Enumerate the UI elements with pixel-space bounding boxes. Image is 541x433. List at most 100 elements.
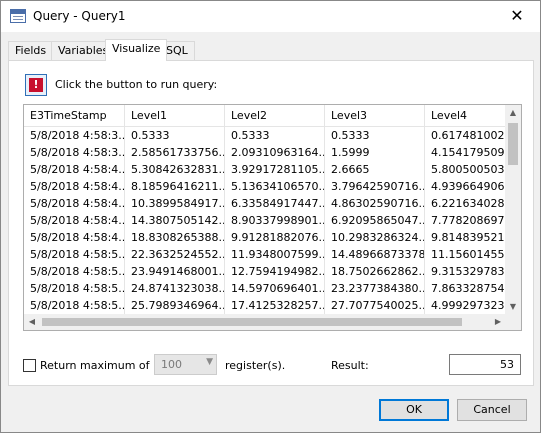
- scroll-down-icon[interactable]: ▼: [505, 299, 521, 315]
- table-row[interactable]: 5/8/2018 4:58:4... 8.18596416211... 5.1363…: [24, 178, 506, 195]
- table-cell[interactable]: 6.92095865047...: [325, 212, 425, 229]
- vertical-scrollbar[interactable]: ▲ ▼: [505, 105, 521, 315]
- query-window-icon: [10, 9, 26, 23]
- table-row[interactable]: 5/8/2018 4:58:3... 0.5333 0.5333 0.5333 0.61…: [24, 127, 506, 144]
- table-cell[interactable]: 7.778208697736: [425, 212, 506, 229]
- table-cell[interactable]: 5/8/2018 4:58:4...: [24, 229, 125, 246]
- horizontal-scroll-thumb[interactable]: [42, 318, 462, 326]
- table-cell[interactable]: 5/8/2018 4:58:4...: [24, 161, 125, 178]
- results-grid-body: E3TimeStamp Level1 Level2 Level3 Level4 …: [24, 105, 506, 315]
- table-row[interactable]: 5/8/2018 4:58:4... 10.3899584917... 6.3358…: [24, 195, 506, 212]
- table-row[interactable]: 5/8/2018 4:58:5... 23.9491468001... 12.759…: [24, 263, 506, 280]
- scroll-up-icon[interactable]: ▲: [505, 105, 521, 121]
- table-cell[interactable]: 25.7989346964...: [125, 297, 225, 314]
- table-cell[interactable]: 5/8/2018 4:58:5...: [24, 263, 125, 280]
- table-cell[interactable]: 11.9348007599...: [225, 246, 325, 263]
- table-cell[interactable]: 7.863328754681: [425, 280, 506, 297]
- tab-fields[interactable]: Fields: [8, 41, 54, 60]
- table-cell[interactable]: 0.5333: [325, 127, 425, 144]
- table-cell[interactable]: 2.58561733756...: [125, 144, 225, 161]
- table-cell[interactable]: 5.30842632831...: [125, 161, 225, 178]
- table-cell[interactable]: 5/8/2018 4:58:3...: [24, 127, 125, 144]
- column-header[interactable]: Level1: [125, 105, 225, 126]
- table-row[interactable]: 5/8/2018 4:58:5... 25.7989346964... 17.412…: [24, 297, 506, 314]
- scrollbar-corner: [505, 314, 521, 330]
- table-cell[interactable]: 6.221634028155: [425, 195, 506, 212]
- result-label: Result:: [331, 359, 369, 372]
- close-icon[interactable]: ✕: [494, 1, 540, 32]
- table-cell[interactable]: 5/8/2018 4:58:5...: [24, 246, 125, 263]
- window-title: Query - Query1: [33, 9, 126, 23]
- table-cell[interactable]: 0.617481002225: [425, 127, 506, 144]
- table-cell[interactable]: 4.86302590716...: [325, 195, 425, 212]
- table-cell[interactable]: 4.999297323572: [425, 297, 506, 314]
- vertical-scroll-thumb[interactable]: [508, 123, 518, 165]
- table-cell[interactable]: 9.814839521496: [425, 229, 506, 246]
- column-header[interactable]: Level3: [325, 105, 425, 126]
- table-cell[interactable]: 14.489668733787: [325, 246, 425, 263]
- scroll-right-icon[interactable]: ▶: [490, 314, 506, 330]
- return-maximum-label: Return maximum of: [40, 359, 150, 372]
- table-cell[interactable]: 9.315329783049: [425, 263, 506, 280]
- run-query-button[interactable]: !: [25, 74, 47, 96]
- table-cell[interactable]: 17.4125328257...: [225, 297, 325, 314]
- table-cell[interactable]: 27.7077540025...: [325, 297, 425, 314]
- table-cell[interactable]: 8.18596416211...: [125, 178, 225, 195]
- column-header[interactable]: Level2: [225, 105, 325, 126]
- table-cell[interactable]: 23.2377384380...: [325, 280, 425, 297]
- table-cell[interactable]: 8.90337998901...: [225, 212, 325, 229]
- table-row[interactable]: 5/8/2018 4:58:5... 22.3632524552... 11.934…: [24, 246, 506, 263]
- table-cell[interactable]: 10.2983286324...: [325, 229, 425, 246]
- table-row[interactable]: 5/8/2018 4:58:5... 24.8741323038... 14.597…: [24, 280, 506, 297]
- registers-label: register(s).: [225, 359, 286, 372]
- table-cell[interactable]: 5/8/2018 4:58:4...: [24, 195, 125, 212]
- table-cell[interactable]: 5/8/2018 4:58:4...: [24, 178, 125, 195]
- table-cell[interactable]: 5/8/2018 4:58:5...: [24, 297, 125, 314]
- table-cell[interactable]: 0.5333: [125, 127, 225, 144]
- cancel-button[interactable]: Cancel: [457, 399, 527, 421]
- table-row[interactable]: 5/8/2018 4:58:4... 5.30842632831... 3.9291…: [24, 161, 506, 178]
- table-cell[interactable]: 14.3807505142...: [125, 212, 225, 229]
- table-cell[interactable]: 12.7594194982...: [225, 263, 325, 280]
- column-header[interactable]: Level4: [425, 105, 506, 126]
- tab-visualize[interactable]: Visualize: [105, 39, 168, 61]
- table-cell[interactable]: 5.13634106570...: [225, 178, 325, 195]
- table-cell[interactable]: 6.33584917447...: [225, 195, 325, 212]
- table-cell[interactable]: 24.8741323038...: [125, 280, 225, 297]
- table-cell[interactable]: 14.5970696401...: [225, 280, 325, 297]
- return-maximum-checkbox[interactable]: [23, 359, 36, 372]
- table-cell[interactable]: 23.9491468001...: [125, 263, 225, 280]
- table-cell[interactable]: 2.6665: [325, 161, 425, 178]
- table-cell[interactable]: 0.5333: [225, 127, 325, 144]
- scroll-left-icon[interactable]: ◀: [24, 314, 40, 330]
- visualize-panel: ! Click the button to run query: E3TimeS…: [8, 60, 534, 386]
- results-grid[interactable]: E3TimeStamp Level1 Level2 Level3 Level4 …: [23, 104, 522, 331]
- table-cell[interactable]: 4.939664906760: [425, 178, 506, 195]
- table-cell[interactable]: 18.8308265388...: [125, 229, 225, 246]
- table-row[interactable]: 5/8/2018 4:58:4... 18.8308265388... 9.9128…: [24, 229, 506, 246]
- chevron-down-icon: ▼: [206, 357, 213, 367]
- table-cell[interactable]: 3.92917281105...: [225, 161, 325, 178]
- maximum-registers-combo[interactable]: 100 ▼: [154, 354, 217, 375]
- table-cell[interactable]: 5.800500503578: [425, 161, 506, 178]
- table-cell[interactable]: 11.15601455172: [425, 246, 506, 263]
- table-cell[interactable]: 5/8/2018 4:58:5...: [24, 280, 125, 297]
- table-cell[interactable]: 9.91281882076...: [225, 229, 325, 246]
- table-cell[interactable]: 3.79642590716...: [325, 178, 425, 195]
- ok-button[interactable]: OK: [379, 399, 449, 421]
- table-cell[interactable]: 2.09310963164...: [225, 144, 325, 161]
- table-cell[interactable]: 18.7502662862...: [325, 263, 425, 280]
- title-bar: Query - Query1 ✕: [1, 1, 540, 32]
- table-cell[interactable]: 5/8/2018 4:58:3...: [24, 144, 125, 161]
- column-header[interactable]: E3TimeStamp: [24, 105, 125, 126]
- result-value-field[interactable]: 53: [449, 354, 521, 375]
- table-cell[interactable]: 10.3899584917...: [125, 195, 225, 212]
- table-cell[interactable]: 5/8/2018 4:58:4...: [24, 212, 125, 229]
- run-query-label: Click the button to run query:: [55, 78, 218, 91]
- table-row[interactable]: 5/8/2018 4:58:4... 14.3807505142... 8.9033…: [24, 212, 506, 229]
- table-row[interactable]: 5/8/2018 4:58:3... 2.58561733756... 2.0931…: [24, 144, 506, 161]
- table-cell[interactable]: 1.5999: [325, 144, 425, 161]
- horizontal-scrollbar[interactable]: ◀ ▶: [24, 314, 506, 330]
- table-cell[interactable]: 4.154179509862: [425, 144, 506, 161]
- table-cell[interactable]: 22.3632524552...: [125, 246, 225, 263]
